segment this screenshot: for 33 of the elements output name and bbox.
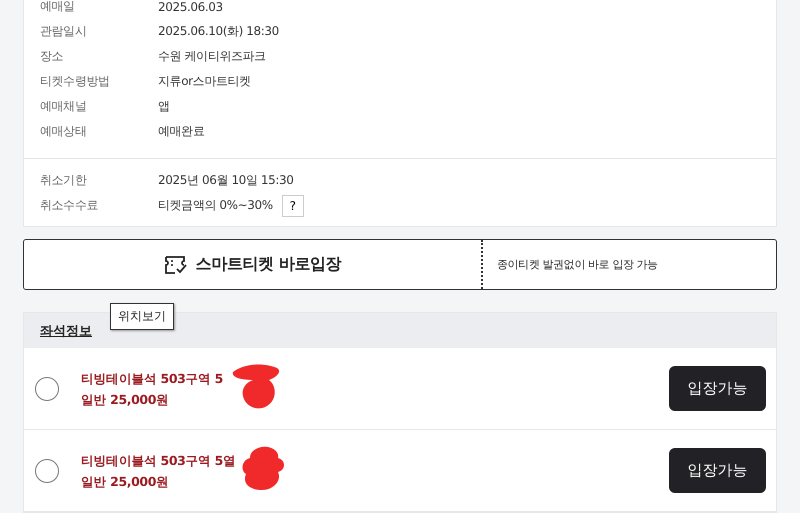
- info-label: 취소기한: [40, 172, 88, 189]
- info-label: 예매일: [40, 0, 76, 15]
- radio-button[interactable]: [35, 376, 59, 400]
- info-value: 2025.06.03: [158, 0, 223, 14]
- info-label: 취소수수료: [40, 197, 100, 214]
- help-button[interactable]: ?: [282, 194, 304, 216]
- smart-ticket-banner[interactable]: 스마트티켓 바로입장 종이티켓 발권없이 바로 입장 가능: [23, 239, 777, 290]
- info-value: 예매완료: [158, 123, 204, 140]
- seat-price: 일반 25,000원: [81, 474, 170, 491]
- info-label: 티켓수령방법: [40, 73, 111, 90]
- entry-button[interactable]: 입장가능: [669, 448, 766, 493]
- entry-button[interactable]: 입장가능: [669, 366, 766, 411]
- section-title: 좌석정보: [40, 322, 92, 340]
- seat-row[interactable]: 티빙테이블석 503구역 5열 일반 25,000원 입장가능: [24, 430, 776, 512]
- info-value: 2025년 06월 10일 15:30: [158, 172, 294, 189]
- info-value: 앱: [158, 98, 170, 115]
- info-label: 예매상태: [40, 123, 88, 140]
- smart-ticket-title: 스마트티켓 바로입장: [196, 254, 342, 275]
- seat-row[interactable]: 티빙테이블석 503구역 5 일반 25,000원 입장가능: [24, 348, 776, 430]
- info-value: 티켓금액의 0%~30%: [158, 197, 273, 214]
- info-value: 수원 케이티위즈파크: [158, 48, 266, 65]
- info-value: 2025.06.10(화) 18:30: [158, 23, 279, 40]
- info-label: 관람일시: [40, 23, 88, 40]
- seat-price: 일반 25,000원: [81, 392, 170, 409]
- location-tooltip[interactable]: 위치보기: [110, 303, 174, 330]
- seat-name: 티빙테이블석 503구역 5열: [81, 453, 236, 468]
- info-label: 예매채널: [40, 98, 88, 115]
- info-value: 지류or스마트티켓: [158, 73, 251, 90]
- ticket-check-icon: [164, 254, 188, 274]
- info-label: 장소: [40, 48, 64, 65]
- radio-button[interactable]: [35, 458, 59, 482]
- seat-name: 티빙테이블석 503구역 5: [81, 371, 223, 386]
- smart-ticket-description: 종이티켓 발권없이 바로 입장 가능: [497, 257, 658, 272]
